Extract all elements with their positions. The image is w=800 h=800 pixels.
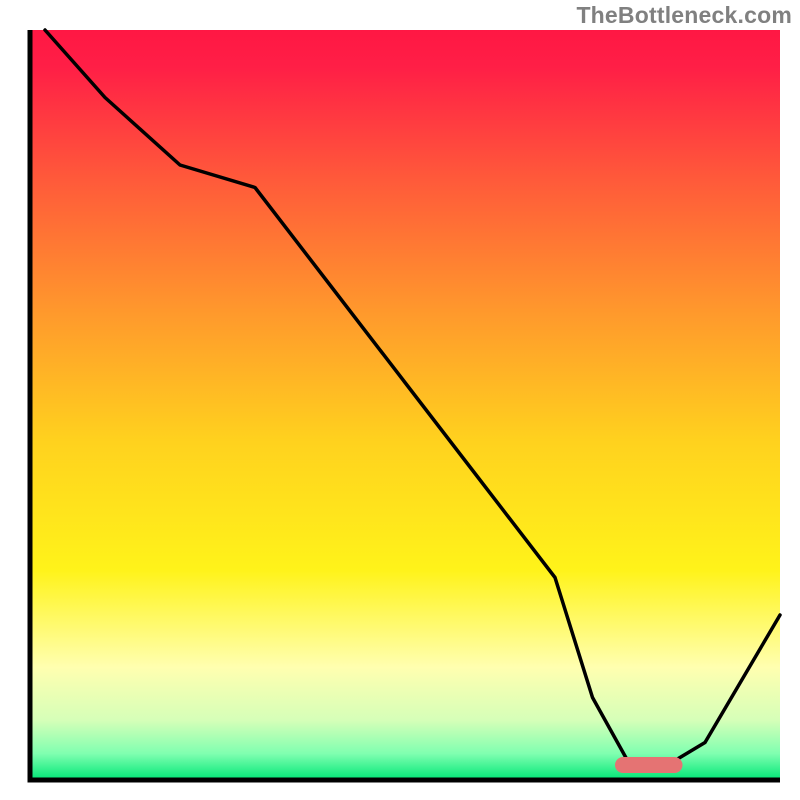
chart-container: TheBottleneck.com — [0, 0, 800, 800]
bottleneck-chart — [0, 0, 800, 800]
gradient-background — [30, 30, 780, 780]
optimal-range-marker — [615, 757, 683, 773]
